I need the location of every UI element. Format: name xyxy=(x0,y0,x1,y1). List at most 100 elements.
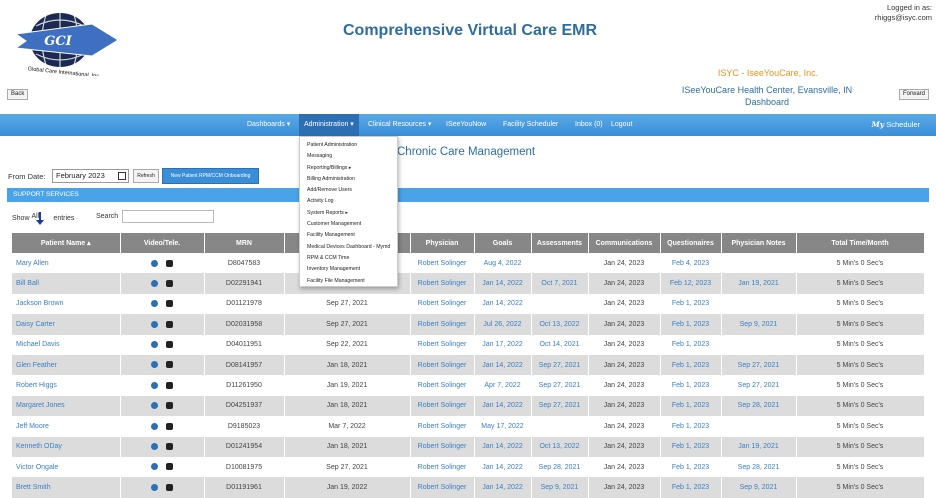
menu-facility-management[interactable]: Facility Management xyxy=(300,230,397,241)
menu-rpm-ccm-time[interactable]: RPM & CCM Time xyxy=(300,253,397,264)
menu-inventory-management[interactable]: Inventory Management xyxy=(300,264,397,275)
col-patient-name[interactable]: Patient Name ▴ xyxy=(12,233,121,253)
physician-notes-link[interactable]: Sep 28, 2021 xyxy=(721,456,797,478)
nav-clinical-resources[interactable]: Clinical Resources ▾ xyxy=(368,114,431,136)
chat-icon[interactable] xyxy=(166,300,173,308)
video-call-icon[interactable] xyxy=(151,381,158,389)
patient-name-link[interactable]: Daisy Carter xyxy=(12,314,121,335)
menu-medical-devices-dashboard[interactable]: Medical Devices Dashboard - Mymd xyxy=(300,242,397,253)
questionaires-link[interactable]: Feb 1, 2023 xyxy=(660,477,722,498)
video-call-icon[interactable] xyxy=(151,341,158,349)
assessments-link[interactable]: Sep 27, 2021 xyxy=(531,354,589,376)
goals-link[interactable]: Jan 14, 2022 xyxy=(474,477,532,498)
physician-notes-link[interactable]: Sep 27, 2021 xyxy=(721,375,797,396)
goals-link[interactable]: Jan 14, 2022 xyxy=(474,395,532,417)
assessments-link[interactable] xyxy=(531,253,589,274)
chat-icon[interactable] xyxy=(166,361,173,369)
menu-messaging[interactable]: Messaging xyxy=(300,151,397,162)
physician-notes-link[interactable]: Jan 19, 2021 xyxy=(721,436,797,457)
assessments-link[interactable]: Sep 28, 2021 xyxy=(531,456,589,478)
goals-link[interactable]: Jan 14, 2022 xyxy=(474,273,532,294)
nav-administration[interactable]: Administration ▾ xyxy=(299,114,359,136)
nav-logout[interactable]: Logout xyxy=(611,114,632,136)
assessments-link[interactable]: Sep 27, 2021 xyxy=(531,395,589,417)
questionaires-link[interactable]: Feb 1, 2023 xyxy=(660,354,722,376)
col-goals[interactable]: Goals xyxy=(474,233,532,253)
goals-link[interactable]: Jan 14, 2022 xyxy=(474,436,532,457)
physician-notes-link[interactable]: Sep 27, 2021 xyxy=(721,354,797,376)
goals-link[interactable]: Jan 14, 2022 xyxy=(474,293,532,315)
forward-button[interactable]: Forward xyxy=(898,89,929,100)
video-call-icon[interactable] xyxy=(151,443,158,451)
col-communications[interactable]: Communications xyxy=(588,233,661,253)
patient-name-link[interactable]: Mary Allen xyxy=(12,253,121,274)
new-patient-onboarding-button[interactable]: New Patient RPM/CCM Onboarding xyxy=(162,168,259,184)
col-physician[interactable]: Physician xyxy=(410,233,475,253)
chat-icon[interactable] xyxy=(166,279,173,287)
search-input[interactable] xyxy=(122,210,214,223)
patient-name-link[interactable]: Bill Ball xyxy=(12,273,121,294)
assessments-link[interactable]: Sep 9, 2021 xyxy=(531,477,589,498)
nav-dashboards[interactable]: Dashboards ▾ xyxy=(247,114,290,136)
physician-link[interactable]: Robert Solinger xyxy=(410,477,475,498)
nav-facility-scheduler[interactable]: Facility Scheduler xyxy=(503,114,558,136)
col-questionaires[interactable]: Questionaires xyxy=(660,233,722,253)
goals-link[interactable]: Jan 14, 2022 xyxy=(474,456,532,478)
menu-customer-management[interactable]: Customer Management xyxy=(300,219,397,230)
physician-link[interactable]: Robert Solinger xyxy=(410,436,475,457)
physician-link[interactable]: Robert Solinger xyxy=(410,314,475,335)
physician-link[interactable]: Robert Solinger xyxy=(410,293,475,315)
patient-name-link[interactable]: Michael Davis xyxy=(12,334,121,355)
assessments-link[interactable] xyxy=(531,416,589,437)
physician-notes-link[interactable]: Jan 19, 2021 xyxy=(721,273,797,294)
col-total-time[interactable]: Total Time/Month xyxy=(796,233,925,253)
chat-icon[interactable] xyxy=(166,402,173,410)
physician-link[interactable]: Robert Solinger xyxy=(410,416,475,437)
patient-name-link[interactable]: Robert Higgs xyxy=(12,375,121,396)
physician-link[interactable]: Robert Solinger xyxy=(410,273,475,294)
my-scheduler-link[interactable]: My Scheduler xyxy=(871,114,920,136)
patient-name-link[interactable]: Margaret Jones xyxy=(12,395,121,417)
nav-inbox[interactable]: Inbox (0) xyxy=(575,114,603,136)
physician-link[interactable]: Robert Solinger xyxy=(410,375,475,396)
goals-link[interactable]: May 17, 2022 xyxy=(474,416,532,437)
physician-notes-link[interactable] xyxy=(721,253,797,274)
goals-link[interactable]: Jan 14, 2022 xyxy=(474,354,532,376)
entries-select[interactable]: All xyxy=(31,212,51,225)
patient-name-link[interactable]: Jeff Moore xyxy=(12,416,121,437)
chat-icon[interactable] xyxy=(166,320,173,328)
menu-system-reports[interactable]: System Reports ▸ xyxy=(300,208,397,219)
video-call-icon[interactable] xyxy=(151,463,158,471)
questionaires-link[interactable]: Feb 1, 2023 xyxy=(660,293,722,315)
patient-name-link[interactable]: Brett Smith xyxy=(12,477,121,498)
chat-icon[interactable] xyxy=(166,422,173,430)
goals-link[interactable]: Aug 4, 2022 xyxy=(474,253,532,274)
patient-name-link[interactable]: Glen Feather xyxy=(12,354,121,376)
questionaires-link[interactable]: Feb 1, 2023 xyxy=(660,375,722,396)
refresh-button[interactable]: Refresh xyxy=(133,169,159,183)
video-call-icon[interactable] xyxy=(151,320,158,328)
goals-link[interactable]: Jul 26, 2022 xyxy=(474,314,532,335)
col-video-tele[interactable]: Video/Tele. xyxy=(120,233,205,253)
assessments-link[interactable]: Sep 27, 2021 xyxy=(531,375,589,396)
calendar-icon[interactable] xyxy=(118,172,126,180)
video-call-icon[interactable] xyxy=(151,279,158,287)
video-call-icon[interactable] xyxy=(151,361,158,369)
questionaires-link[interactable]: Feb 1, 2023 xyxy=(660,314,722,335)
nav-iseeyounow[interactable]: ISeeYouNow xyxy=(446,114,486,136)
questionaires-link[interactable]: Feb 1, 2023 xyxy=(660,395,722,417)
chat-icon[interactable] xyxy=(166,463,173,471)
assessments-link[interactable]: Oct 13, 2022 xyxy=(531,436,589,457)
patient-name-link[interactable]: Kenneth ODay xyxy=(12,436,121,457)
chat-icon[interactable] xyxy=(166,483,173,491)
goals-link[interactable]: Apr 7, 2022 xyxy=(474,375,532,396)
physician-link[interactable]: Robert Solinger xyxy=(410,334,475,355)
back-button[interactable]: Back xyxy=(7,89,29,100)
physician-notes-link[interactable]: Sep 9, 2021 xyxy=(721,314,797,335)
video-call-icon[interactable] xyxy=(151,259,158,267)
col-mrn[interactable]: MRN xyxy=(204,233,285,253)
goals-link[interactable]: Jan 17, 2022 xyxy=(474,334,532,355)
physician-link[interactable]: Robert Solinger xyxy=(410,456,475,478)
assessments-link[interactable] xyxy=(531,293,589,315)
physician-link[interactable]: Robert Solinger xyxy=(410,253,475,274)
